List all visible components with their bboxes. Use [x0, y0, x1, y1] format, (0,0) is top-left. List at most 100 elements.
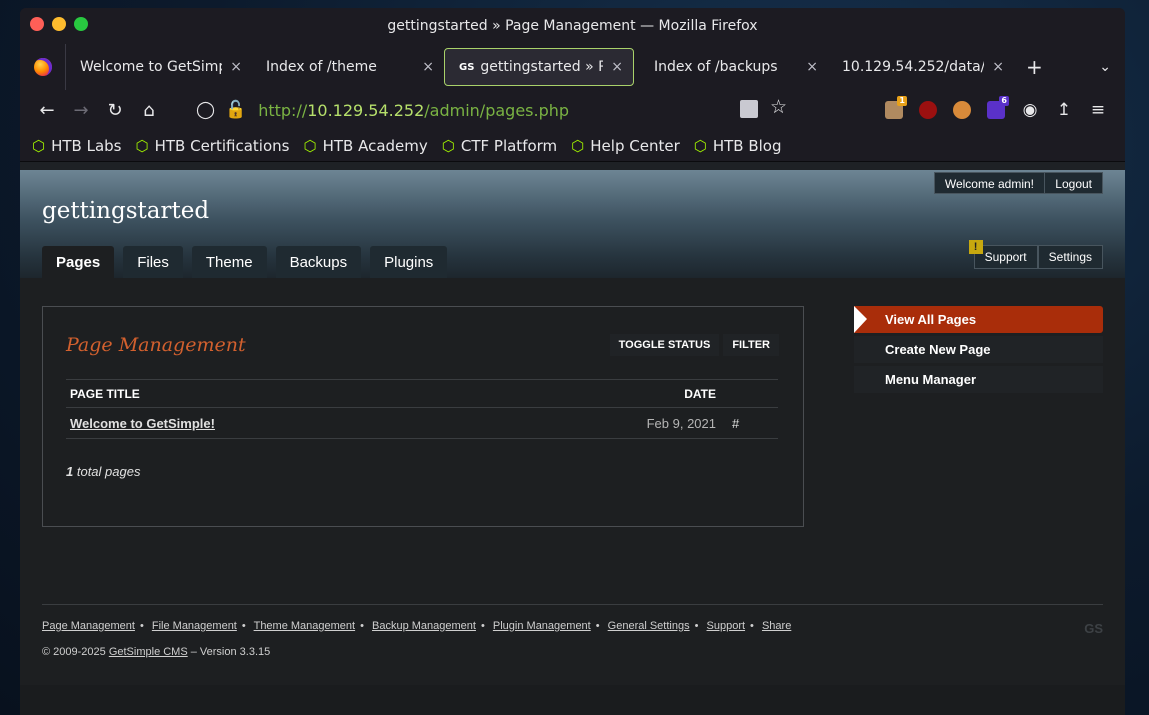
- tab-list-chevron-icon[interactable]: ⌄: [1099, 59, 1111, 75]
- htb-cube-icon: ⬡: [135, 136, 149, 155]
- sidebar-item-menu-manager[interactable]: Menu Manager: [854, 366, 1103, 393]
- bookmark-help-center[interactable]: ⬡ Help Center: [571, 137, 680, 155]
- footer-separator: •: [139, 620, 144, 632]
- page-title-link[interactable]: Welcome to GetSimple!: [66, 416, 628, 431]
- settings-button[interactable]: Settings: [1037, 245, 1103, 269]
- column-date: DATE: [684, 386, 716, 401]
- column-page-title: PAGE TITLE: [70, 386, 140, 401]
- sidebar-item-view-all-pages[interactable]: View All Pages: [854, 306, 1103, 333]
- tab-index-backups[interactable]: Index of /backups ×: [640, 48, 828, 86]
- tab-data-uploads[interactable]: 10.129.54.252/data/u ×: [828, 48, 1014, 86]
- footer-link-backup-management[interactable]: Backup Management: [372, 620, 476, 632]
- tab-label: Welcome to GetSimp: [80, 59, 223, 75]
- pages-table: PAGE TITLE DATE Welcome to GetSimple! Fe…: [66, 379, 778, 439]
- sidebar-item-create-new-page[interactable]: Create New Page: [854, 336, 1103, 363]
- reload-icon[interactable]: ↻: [98, 100, 132, 121]
- window-close-button[interactable]: [30, 17, 44, 31]
- warning-icon: !: [968, 240, 983, 254]
- bookmark-htb-academy[interactable]: ⬡ HTB Academy: [303, 137, 427, 155]
- table-row: Welcome to GetSimple! Feb 9, 2021 #: [66, 408, 778, 439]
- toggle-status-button[interactable]: TOGGLE STATUS: [609, 334, 720, 356]
- tab-theme[interactable]: Theme: [191, 246, 267, 278]
- footer-link-share[interactable]: Share: [762, 620, 791, 632]
- new-tab-icon[interactable]: +: [1026, 55, 1043, 79]
- getsimple-logo: GS: [1084, 621, 1103, 636]
- tab-index-theme[interactable]: Index of /theme ×: [252, 48, 444, 86]
- foxyproxy-extension-icon[interactable]: 1: [877, 96, 911, 120]
- back-icon[interactable]: ←: [30, 100, 64, 121]
- filter-button[interactable]: FILTER: [723, 334, 779, 356]
- bookmark-label: HTB Certifications: [154, 136, 290, 155]
- footer-link-file-management[interactable]: File Management: [152, 620, 237, 632]
- footer-link-support[interactable]: Support: [707, 620, 746, 632]
- tab-close-icon[interactable]: ×: [422, 59, 434, 75]
- url-path: /admin/pages.php: [424, 100, 570, 120]
- bookmark-label: Help Center: [590, 136, 680, 155]
- copyright-prefix: © 2009-2025: [42, 646, 109, 658]
- cookie-editor-icon[interactable]: [945, 100, 979, 120]
- page-date: Feb 9, 2021: [646, 415, 716, 431]
- footer-link-plugin-management[interactable]: Plugin Management: [493, 620, 591, 632]
- firefox-menu-icon[interactable]: [20, 44, 66, 90]
- total-label: total pages: [73, 464, 141, 479]
- bookmark-htb-labs[interactable]: ⬡ HTB Labs: [32, 137, 122, 155]
- tracking-shield-icon[interactable]: ◯: [196, 100, 215, 120]
- footer-separator: •: [694, 620, 699, 632]
- tab-plugins[interactable]: Plugins: [370, 246, 448, 278]
- forward-icon[interactable]: →: [64, 100, 98, 121]
- tab-close-icon[interactable]: ×: [611, 59, 623, 75]
- tab-close-icon[interactable]: ×: [230, 59, 242, 75]
- htb-cube-icon: ⬡: [32, 136, 46, 155]
- tab-welcome[interactable]: Welcome to GetSimp ×: [66, 48, 252, 86]
- cookie-icon[interactable]: ◉: [1013, 100, 1047, 120]
- tab-strip: Welcome to GetSimp × Index of /theme × G…: [20, 44, 1125, 90]
- wappalyzer-icon[interactable]: 6: [979, 96, 1013, 120]
- page-title: Page Management: [66, 334, 246, 356]
- welcome-admin-label: Welcome admin!: [933, 172, 1045, 194]
- view-page-link[interactable]: #: [728, 416, 778, 431]
- window-maximize-button[interactable]: [74, 17, 88, 31]
- support-button[interactable]: ! Support: [968, 240, 1038, 269]
- footer-link-page-management[interactable]: Page Management: [42, 620, 135, 632]
- insecure-lock-icon[interactable]: 🔓: [225, 100, 246, 120]
- tab-page-management[interactable]: GS gettingstarted » P ×: [444, 48, 634, 86]
- footer-link-general-settings[interactable]: General Settings: [608, 620, 690, 632]
- bookmark-star-icon[interactable]: ☆: [770, 96, 787, 118]
- site-name[interactable]: gettingstarted: [42, 198, 209, 224]
- page-management-card: Page Management TOGGLE STATUS FILTER PAG…: [42, 306, 804, 527]
- bookmark-label: CTF Platform: [460, 136, 558, 155]
- tab-close-icon[interactable]: ×: [806, 59, 818, 75]
- header-right-buttons: ! Support Settings: [968, 240, 1103, 269]
- footer: Page Management • File Management • Theme …: [42, 604, 1103, 658]
- extension-badge: 1: [897, 96, 907, 106]
- ublock-origin-icon[interactable]: [911, 100, 945, 120]
- browser-window: gettingstarted » Page Management — Mozil…: [20, 8, 1125, 715]
- footer-separator: •: [360, 620, 364, 632]
- getsimple-favicon-icon: GS: [459, 61, 475, 73]
- tab-label: gettingstarted » P: [480, 59, 604, 75]
- tab-files[interactable]: Files: [123, 246, 183, 278]
- reader-view-icon[interactable]: [740, 100, 758, 118]
- bookmark-label: HTB Academy: [322, 136, 428, 155]
- bookmark-htb-certifications[interactable]: ⬡ HTB Certifications: [136, 137, 290, 155]
- logout-button[interactable]: Logout: [1044, 172, 1103, 194]
- support-label: Support: [984, 250, 1027, 264]
- title-bar: gettingstarted » Page Management — Mozil…: [20, 8, 1125, 44]
- footer-separator: •: [750, 620, 754, 632]
- url-text[interactable]: http://10.129.54.252/admin/pages.php: [258, 101, 569, 120]
- home-icon[interactable]: ⌂: [132, 100, 166, 121]
- url-host: 10.129.54.252: [307, 100, 425, 120]
- share-icon[interactable]: ↥: [1047, 100, 1081, 120]
- getsimple-cms-link[interactable]: GetSimple CMS: [109, 646, 188, 658]
- window-title: gettingstarted » Page Management — Mozil…: [387, 18, 758, 34]
- tab-close-icon[interactable]: ×: [992, 59, 1004, 75]
- url-bar[interactable]: ◯ 🔓 http://10.129.54.252/admin/pages.php: [196, 100, 569, 120]
- tab-pages[interactable]: Pages: [42, 246, 115, 278]
- window-minimize-button[interactable]: [52, 17, 66, 31]
- hamburger-menu-icon[interactable]: ≡: [1081, 100, 1115, 120]
- htb-cube-icon: ⬡: [441, 136, 455, 155]
- footer-link-theme-management[interactable]: Theme Management: [254, 620, 356, 632]
- bookmark-htb-blog[interactable]: ⬡ HTB Blog: [694, 137, 782, 155]
- bookmark-ctf-platform[interactable]: ⬡ CTF Platform: [442, 137, 557, 155]
- tab-backups[interactable]: Backups: [275, 246, 362, 278]
